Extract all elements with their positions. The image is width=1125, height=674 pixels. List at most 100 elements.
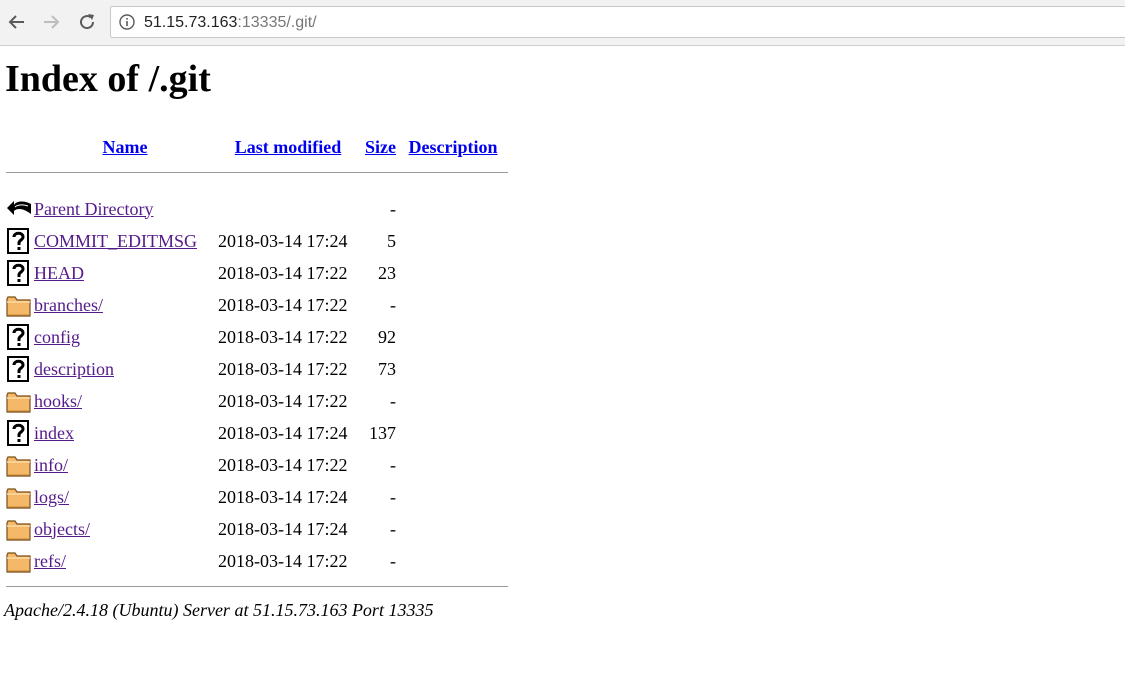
description-cell [398,546,508,576]
table-row: info/2018-03-14 17:22 - [6,450,508,480]
name-cell: description [34,354,216,384]
back-button[interactable] [4,9,30,35]
sort-by-name-link[interactable]: Name [103,137,148,157]
last-modified-header: Last modified [218,132,358,162]
description-cell [398,290,508,320]
entry-link[interactable]: index [34,423,74,443]
modified-cell: 2018-03-14 17:22 [218,326,348,347]
entry-link[interactable]: COMMIT_EDITMSG [34,231,197,251]
description-header: Description [398,132,508,162]
icon-cell [6,226,32,256]
folder-icon [6,388,32,414]
modified-cell: 2018-03-14 17:24 [218,486,348,507]
entry-link[interactable]: description [34,359,114,379]
description-cell [398,418,508,448]
unknown-file-icon [6,228,32,254]
table-row: hooks/2018-03-14 17:22 - [6,386,508,416]
table-row: objects/2018-03-14 17:24 - [6,514,508,544]
sort-by-description-link[interactable]: Description [409,137,498,157]
entry-link[interactable]: info/ [34,455,68,475]
name-cell: config [34,322,216,352]
table-row: refs/2018-03-14 17:22 - [6,546,508,576]
reload-icon [80,14,95,30]
icon-cell [6,354,32,384]
entry-link[interactable]: refs/ [34,551,66,571]
table-row: logs/2018-03-14 17:24 - [6,482,508,512]
size-cell: 5 [387,230,396,251]
modified-cell: 2018-03-14 17:22 [218,550,348,571]
name-cell: hooks/ [34,386,216,416]
entry-link[interactable]: objects/ [34,519,90,539]
url-text[interactable]: 51.15.73.163:13335/.git/ [144,13,317,33]
description-cell [398,514,508,544]
modified-cell: 2018-03-14 17:22 [218,390,348,411]
icon-cell [6,322,32,352]
folder-icon [6,548,32,574]
url-host: 51.15.73.163 [144,14,238,31]
size-cell: - [390,294,396,315]
name-cell: HEAD [34,258,216,288]
description-cell [398,322,508,352]
back-arrow-icon [6,196,32,222]
spacer-cell [6,182,508,192]
entry-link[interactable]: logs/ [34,487,69,507]
folder-icon [6,484,32,510]
table-row: description 2018-03-14 17:22 73 [6,354,508,384]
entry-link[interactable]: Parent Directory [34,199,153,219]
size-cell: 137 [369,422,396,443]
table-row: index 2018-03-14 17:24 137 [6,418,508,448]
modified-cell: 2018-03-14 17:24 [218,422,348,443]
modified-cell: 2018-03-14 17:22 [218,454,348,475]
server-signature: Apache/2.4.18 (Ubuntu) Server at 51.15.7… [4,600,434,620]
size-cell: 23 [378,262,396,283]
name-cell: Parent Directory [34,194,216,224]
icon-cell [6,258,32,288]
icon-cell [6,514,32,544]
top-divider [6,171,508,173]
page-title: Index of /.git [5,58,211,100]
info-circle-icon[interactable] [119,14,135,30]
modified-cell [218,194,358,224]
sort-by-modified-link[interactable]: Last modified [235,137,342,157]
entry-link[interactable]: branches/ [34,295,103,315]
icon-cell [6,546,32,576]
header-row: Name Last modified Size Description [6,132,508,162]
address-bar[interactable]: 51.15.73.163:13335/.git/ [110,6,1125,38]
name-cell: branches/ [34,290,216,320]
name-cell: refs/ [34,546,216,576]
forward-button[interactable] [38,9,64,35]
unknown-file-icon [6,356,32,382]
folder-icon [6,516,32,542]
size-cell: - [390,518,396,539]
bottom-divider [6,585,508,587]
unknown-file-icon [6,324,32,350]
size-cell: - [390,454,396,475]
description-cell [398,194,508,224]
sort-by-size-link[interactable]: Size [365,137,396,157]
icon-cell [6,290,32,320]
entry-link[interactable]: hooks/ [34,391,82,411]
entry-link[interactable]: config [34,327,80,347]
folder-icon [6,292,32,318]
name-cell: info/ [34,450,216,480]
icon-cell [6,386,32,416]
description-cell [398,258,508,288]
icon-column-header [6,132,32,162]
size-cell: - [390,390,396,411]
table-row: Parent Directory - [6,194,508,224]
description-cell [398,482,508,512]
reload-button[interactable] [74,9,100,35]
arrow-left-icon [8,15,24,29]
unknown-file-icon [6,420,32,446]
top-rule-cell [6,164,508,180]
size-cell: 92 [378,326,396,347]
name-cell: COMMIT_EDITMSG [34,226,216,256]
entry-link[interactable]: HEAD [34,263,84,283]
size-cell: - [390,550,396,571]
description-cell [398,226,508,256]
modified-cell: 2018-03-14 17:24 [218,230,348,251]
modified-cell: 2018-03-14 17:22 [218,262,348,283]
size-cell: - [390,486,396,507]
browser-toolbar: 51.15.73.163:13335/.git/ [0,0,1125,46]
icon-cell [6,482,32,512]
